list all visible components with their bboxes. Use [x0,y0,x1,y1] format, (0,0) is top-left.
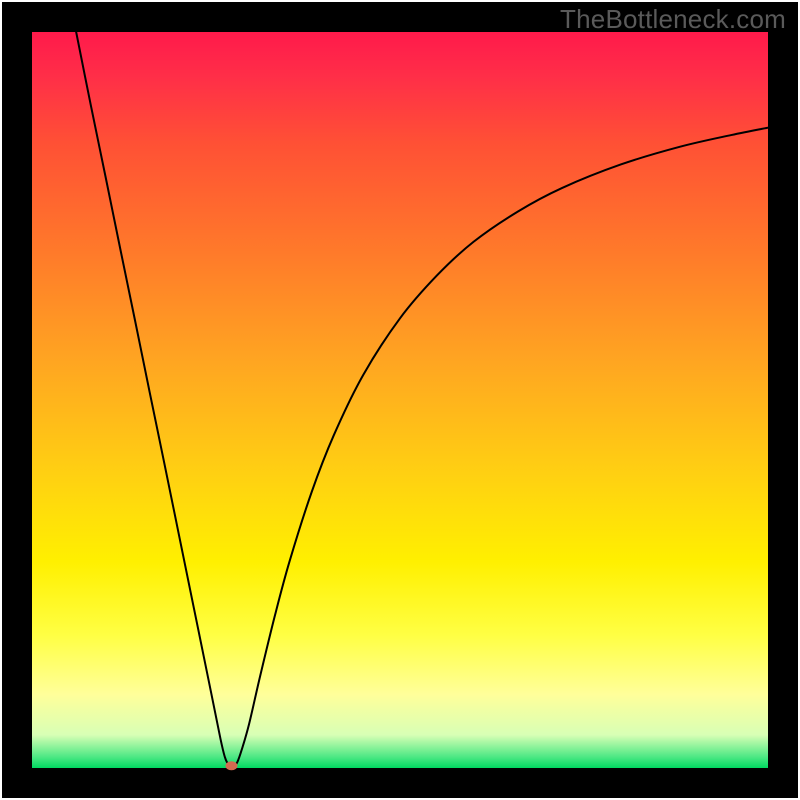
plot-background [32,32,768,768]
watermark-text: TheBottleneck.com [560,4,786,35]
bottleneck-chart: TheBottleneck.com [0,0,800,800]
optimal-marker [225,761,237,770]
chart-canvas [0,0,800,800]
